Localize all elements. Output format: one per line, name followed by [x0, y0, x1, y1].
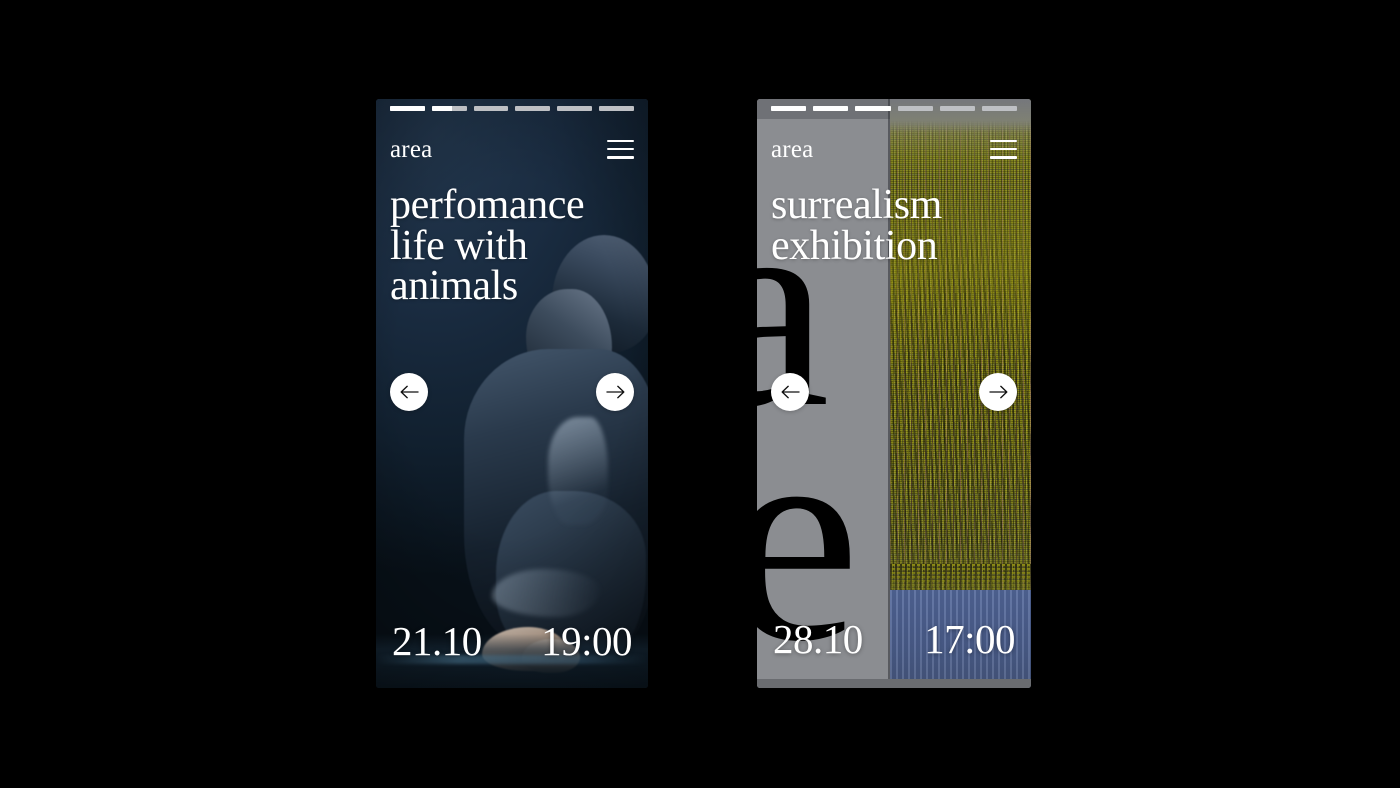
- progress-segment-5[interactable]: [939, 106, 975, 111]
- story-progress-bar[interactable]: [771, 106, 1018, 111]
- headline-line-2: life with: [390, 222, 528, 269]
- card-nav-arrows: [771, 373, 1017, 411]
- event-date: 21.10: [392, 618, 482, 664]
- card-nav-arrows: [390, 373, 634, 411]
- progress-segment-3[interactable]: [473, 106, 509, 111]
- event-time: 17:00: [924, 616, 1015, 662]
- arrow-left-icon: [400, 385, 419, 399]
- progress-segment-4[interactable]: [515, 106, 551, 111]
- hamburger-menu-icon[interactable]: [607, 139, 634, 159]
- event-time: 19:00: [541, 618, 632, 664]
- headline-line-1: perfomance: [390, 182, 585, 228]
- progress-segment-5[interactable]: [557, 106, 593, 111]
- prev-slide-button[interactable]: [390, 373, 428, 411]
- progress-segment-2[interactable]: [431, 106, 467, 111]
- slide-card-performance[interactable]: area perfomance life with animals 21.10 …: [376, 99, 648, 688]
- progress-segment-fill: [813, 106, 849, 111]
- progress-segment-fill: [431, 106, 453, 111]
- card-meta: 28.10 17:00: [773, 619, 1015, 660]
- progress-segment-6[interactable]: [599, 106, 634, 111]
- progress-segment-1[interactable]: [390, 106, 425, 111]
- progress-segment-4[interactable]: [897, 106, 933, 111]
- hamburger-menu-icon[interactable]: [990, 139, 1017, 159]
- card-header: area: [390, 132, 634, 166]
- next-slide-button[interactable]: [979, 373, 1017, 411]
- card-meta: 21.10 19:00: [392, 621, 632, 662]
- headline-line-3: animals: [390, 263, 518, 310]
- canvas: area perfomance life with animals 21.10 …: [0, 0, 1400, 788]
- brand-logo[interactable]: area: [390, 137, 432, 162]
- card-header: area: [771, 132, 1017, 166]
- card-headline: surrealism exhibition: [771, 182, 1021, 269]
- progress-segment-6[interactable]: [981, 106, 1018, 111]
- progress-segment-1[interactable]: [771, 106, 807, 111]
- arrow-right-icon: [988, 385, 1007, 399]
- arrow-left-icon: [781, 385, 800, 399]
- progress-segment-fill: [855, 106, 891, 111]
- progress-segment-fill: [390, 106, 425, 111]
- progress-segment-fill: [771, 106, 807, 111]
- progress-segment-3[interactable]: [855, 106, 891, 111]
- brand-logo[interactable]: area: [771, 137, 813, 162]
- slide-card-surrealism[interactable]: a e area surrealism exhibition 28.10 17:…: [757, 99, 1031, 688]
- headline-line-1: surrealism: [771, 182, 942, 228]
- headline-line-2: exhibition: [771, 222, 938, 269]
- card-headline: perfomance life with animals: [390, 182, 638, 310]
- next-slide-button[interactable]: [596, 373, 634, 411]
- arrow-right-icon: [605, 385, 624, 399]
- event-date: 28.10: [773, 616, 863, 662]
- progress-segment-2[interactable]: [813, 106, 849, 111]
- story-progress-bar[interactable]: [390, 106, 634, 111]
- prev-slide-button[interactable]: [771, 373, 809, 411]
